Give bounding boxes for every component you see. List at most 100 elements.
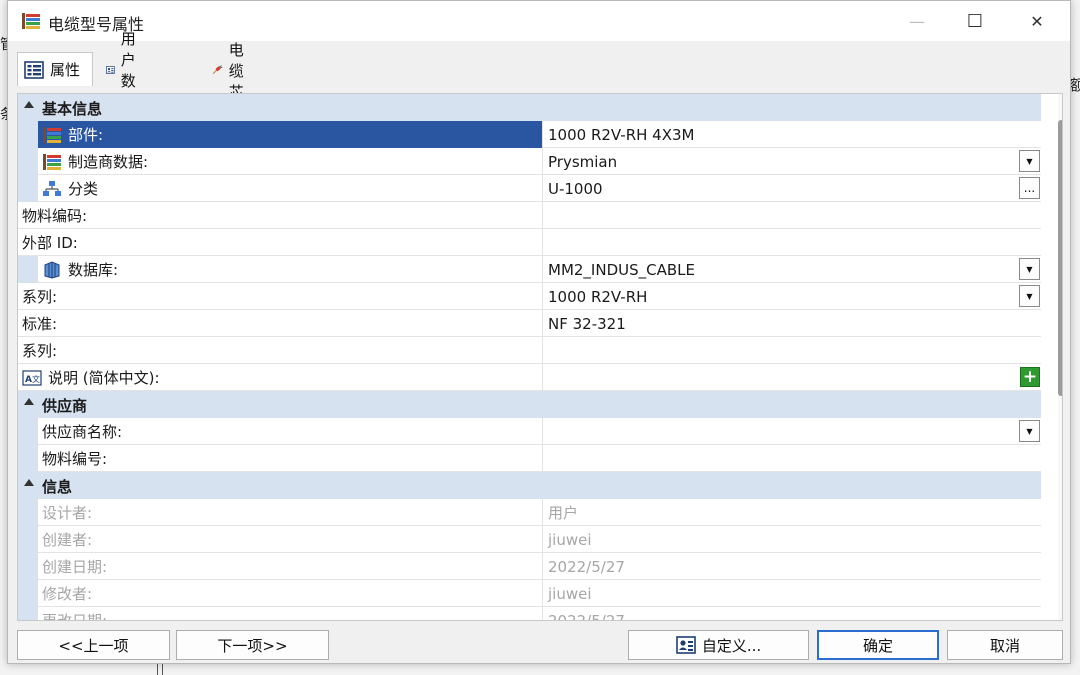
section-title: 信息 xyxy=(42,478,73,496)
row-series[interactable]: 系列: 1000 R2V-RH ▼ xyxy=(18,283,1041,310)
row-gutter xyxy=(18,580,38,607)
user-data-icon xyxy=(106,66,115,74)
property-name[interactable]: 部件: xyxy=(38,121,543,148)
row-modified-date: 更改日期: 2022/5/27 xyxy=(18,607,1041,620)
collapse-triangle-icon[interactable] xyxy=(24,398,34,405)
property-label: 标准: xyxy=(22,315,58,333)
property-label: 设计者: xyxy=(42,504,93,522)
classification-icon xyxy=(43,180,61,196)
close-button[interactable]: ✕ xyxy=(1014,7,1060,35)
property-value[interactable] xyxy=(544,202,1041,229)
row-modifier: 修改者: jiuwei xyxy=(18,580,1041,607)
property-value[interactable] xyxy=(544,445,1041,472)
translate-icon: A 文 xyxy=(22,369,42,386)
cancel-button[interactable]: 取消 xyxy=(947,630,1063,660)
section-supplier[interactable]: 供应商 xyxy=(18,391,1041,418)
property-name[interactable]: 外部 ID: xyxy=(18,229,543,256)
chevron-down-icon: ▼ xyxy=(1026,264,1033,274)
maximize-icon: ☐ xyxy=(966,10,984,32)
property-grid: 基本信息 部件: 1000 R2V-RH 4X3M 制造商数据: Prysmia… xyxy=(17,93,1063,621)
property-value[interactable] xyxy=(544,337,1041,364)
row-series-2[interactable]: 系列: xyxy=(18,337,1041,364)
row-material-number[interactable]: 物料编号: xyxy=(18,445,1041,472)
browse-button[interactable]: ... xyxy=(1019,177,1040,199)
add-button[interactable]: + xyxy=(1020,367,1040,387)
row-gutter xyxy=(18,526,38,553)
property-name[interactable]: A 文 说明 (简体中文): xyxy=(18,364,543,391)
row-classification[interactable]: 分类 U-1000 ... xyxy=(18,175,1041,202)
row-designer: 设计者: 用户 xyxy=(18,499,1041,526)
database-icon xyxy=(44,260,60,279)
property-name[interactable]: 系列: xyxy=(18,283,543,310)
row-gutter xyxy=(18,148,38,175)
dropdown-button[interactable]: ▼ xyxy=(1019,420,1040,442)
property-name[interactable]: 标准: xyxy=(18,310,543,337)
customize-button[interactable]: 自定义... xyxy=(628,630,809,660)
dropdown-button[interactable]: ▼ xyxy=(1019,285,1040,307)
property-name[interactable]: 分类 xyxy=(38,175,543,202)
property-value[interactable]: Prysmian xyxy=(544,148,1041,175)
property-label: 创建日期: xyxy=(42,558,108,576)
row-gutter xyxy=(18,418,38,445)
dropdown-button[interactable]: ▼ xyxy=(1019,258,1040,280)
property-name[interactable]: 数据库: xyxy=(38,256,543,283)
section-info[interactable]: 信息 xyxy=(18,472,1041,499)
tab-properties[interactable]: 属性 xyxy=(17,52,93,86)
row-part[interactable]: 部件: 1000 R2V-RH 4X3M xyxy=(18,121,1041,148)
previous-button[interactable]: <<上一项 xyxy=(17,630,170,660)
property-name[interactable]: 系列: xyxy=(18,337,543,364)
property-value[interactable]: MM2_INDUS_CABLE xyxy=(544,256,1041,283)
property-name[interactable]: 制造商数据: xyxy=(38,148,543,175)
cable-type-icon xyxy=(22,13,40,29)
row-gutter xyxy=(18,175,38,202)
property-label: 创建者: xyxy=(42,531,93,549)
ok-button[interactable]: 确定 xyxy=(817,630,939,660)
tab-user-data[interactable]: 用户数据 xyxy=(100,30,155,111)
row-database[interactable]: 数据库: MM2_INDUS_CABLE ▼ xyxy=(18,256,1041,283)
tab-cable-core[interactable]: 电缆芯 xyxy=(206,41,261,101)
property-value: 用户 xyxy=(548,504,579,522)
maximize-button[interactable]: ☐ xyxy=(952,7,998,35)
property-name[interactable]: 供应商名称: xyxy=(38,418,543,445)
section-title: 基本信息 xyxy=(42,100,103,118)
property-name: 更改日期: xyxy=(38,607,543,620)
property-label: 系列: xyxy=(22,342,58,360)
title-bar[interactable]: 电缆型号属性 — ☐ ✕ xyxy=(8,1,1070,41)
property-label: 物料编码: xyxy=(22,207,88,225)
scrollbar-thumb[interactable] xyxy=(1058,120,1062,396)
row-manufacturer[interactable]: 制造商数据: Prysmian ▼ xyxy=(18,148,1041,175)
property-value: 2022/5/27 xyxy=(548,557,625,576)
property-value[interactable] xyxy=(544,364,1041,391)
property-value[interactable] xyxy=(544,418,1041,445)
property-label: 供应商名称: xyxy=(42,423,123,441)
button-label: <<上一项 xyxy=(58,636,129,655)
property-value[interactable]: U-1000 xyxy=(544,175,1041,202)
property-value[interactable] xyxy=(544,229,1041,256)
row-material-code[interactable]: 物料编码: xyxy=(18,202,1041,229)
property-label: 制造商数据: xyxy=(68,153,149,171)
svg-text:文: 文 xyxy=(32,374,40,384)
row-gutter xyxy=(18,499,38,526)
row-standard[interactable]: 标准: NF 32-321 xyxy=(18,310,1041,337)
property-label: 说明 (简体中文): xyxy=(48,369,160,387)
collapse-triangle-icon[interactable] xyxy=(24,479,34,486)
next-button[interactable]: 下一项>> xyxy=(176,630,329,660)
property-name[interactable]: 物料编码: xyxy=(18,202,543,229)
property-value: jiuwei xyxy=(548,530,592,549)
row-external-id[interactable]: 外部 ID: xyxy=(18,229,1041,256)
property-name[interactable]: 物料编号: xyxy=(38,445,543,472)
row-supplier-name[interactable]: 供应商名称: ▼ xyxy=(18,418,1041,445)
row-description[interactable]: A 文 说明 (简体中文): + xyxy=(18,364,1041,391)
property-name: 设计者: xyxy=(38,499,543,526)
property-value[interactable]: NF 32-321 xyxy=(544,310,1041,337)
section-basic-info[interactable]: 基本信息 xyxy=(18,94,1041,121)
collapse-triangle-icon[interactable] xyxy=(24,101,34,108)
property-value[interactable]: 1000 R2V-RH xyxy=(544,283,1041,310)
minimize-button[interactable]: — xyxy=(894,7,940,35)
plus-icon: + xyxy=(1022,366,1038,387)
button-label: 确定 xyxy=(862,636,893,655)
dropdown-button[interactable]: ▼ xyxy=(1019,150,1040,172)
property-label: 系列: xyxy=(22,288,58,306)
close-icon: ✕ xyxy=(1030,11,1044,31)
property-value[interactable]: 1000 R2V-RH 4X3M xyxy=(544,121,1041,148)
